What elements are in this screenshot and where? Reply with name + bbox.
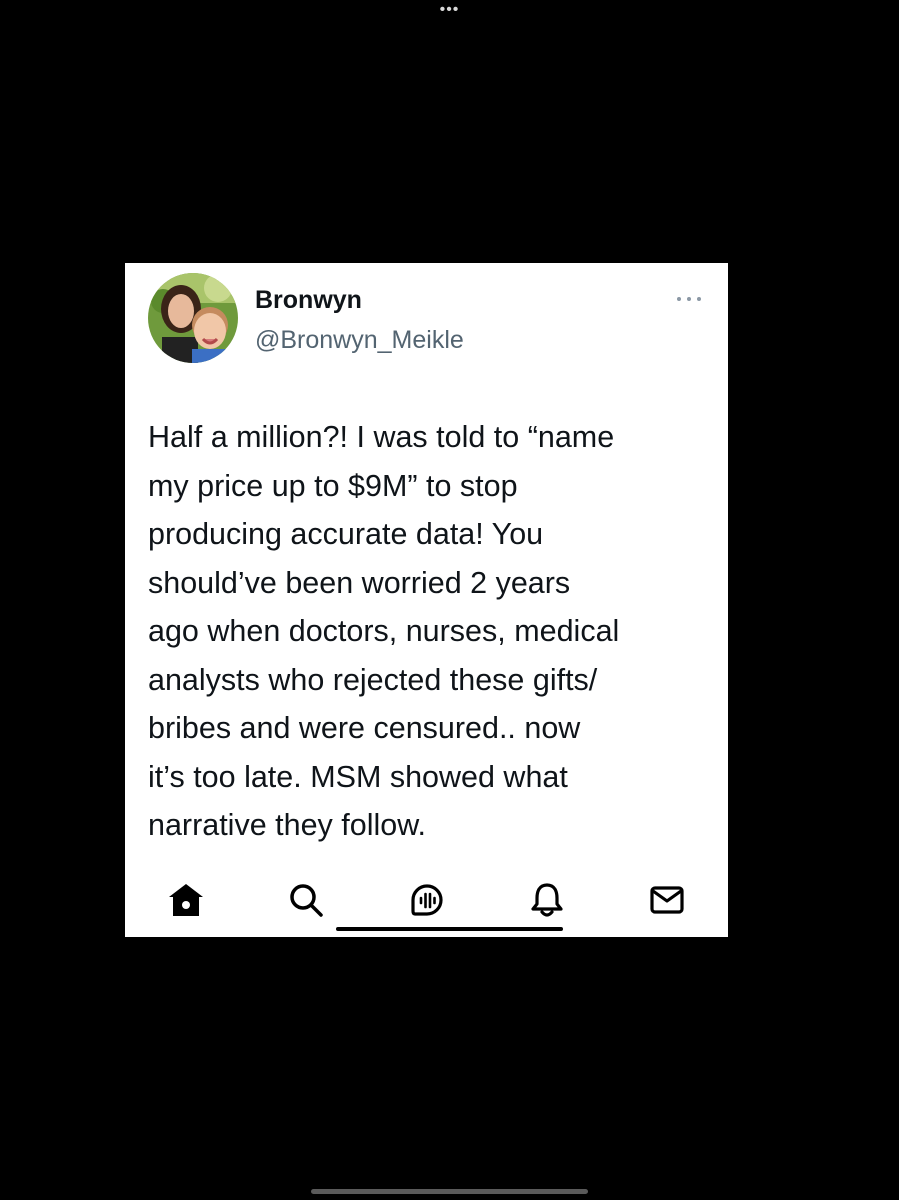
spaces-icon [411,884,443,916]
user-handle[interactable]: @Bronwyn_Meikle [255,325,464,355]
top-menu-dots[interactable]: ••• [0,2,899,18]
more-options-button[interactable] [671,287,707,311]
display-name[interactable]: Bronwyn [255,285,362,315]
home-indicator[interactable] [336,927,563,931]
avatar[interactable] [148,273,238,363]
tweet-card: Bronwyn @Bronwyn_Meikle Half a million?!… [125,263,728,937]
screen: ••• Bronwyn @Bronwyn_Meikle Half a milli… [0,0,899,1200]
mail-icon [650,886,684,914]
search-icon [290,884,323,917]
more-icon [677,297,701,301]
system-home-bar[interactable] [311,1189,588,1194]
nav-notifications-button[interactable] [525,878,569,922]
nav-home-button[interactable] [164,878,208,922]
avatar-image [148,273,238,363]
nav-spaces-button[interactable] [405,878,449,922]
nav-search-button[interactable] [284,878,328,922]
home-icon [169,884,203,916]
bell-icon [531,883,563,917]
tweet-text: Half a million?! I was told to “name my … [148,420,620,842]
bottom-nav-bar [125,868,728,928]
nav-messages-button[interactable] [645,878,689,922]
